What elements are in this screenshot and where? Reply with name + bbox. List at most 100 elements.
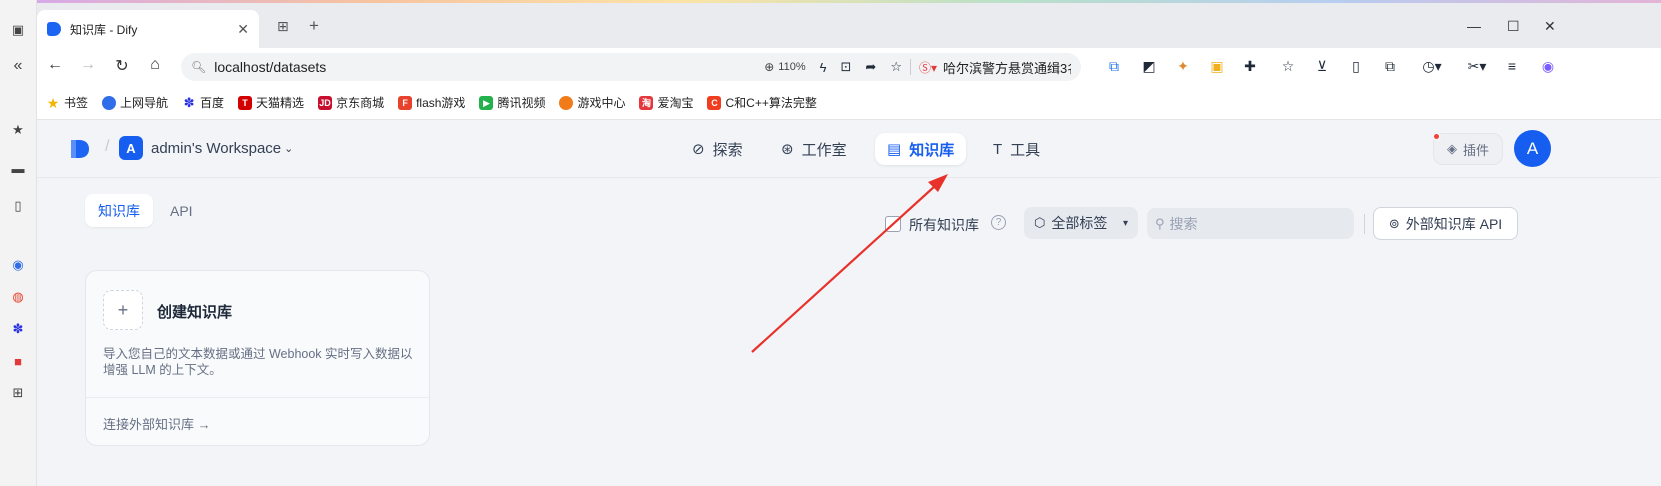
chevron-down-icon: ▾ (1122, 217, 1128, 229)
bookmark-label: 书签 (64, 96, 89, 110)
reload-icon[interactable]: ↻ (111, 56, 133, 76)
minimize-icon[interactable]: — (1467, 18, 1481, 34)
search-app-icon[interactable]: ◉ (8, 255, 28, 275)
nav-tools[interactable]: T 工具 (981, 133, 1052, 165)
search-engine-icon[interactable]: Ⓢ▾ (919, 59, 937, 76)
translate-icon[interactable]: ⧉ (1105, 58, 1123, 75)
close-tab-icon[interactable]: ✕ (237, 21, 249, 38)
bookmark-item[interactable]: Fflash游戏 (398, 94, 465, 111)
lightning-icon[interactable]: ϟ (820, 60, 827, 75)
tag-icon: ⬡ (1034, 215, 1046, 230)
workspace-name: admin's Workspace (151, 139, 282, 157)
new-tab-icon[interactable]: + (309, 16, 319, 36)
nav-studio[interactable]: ⊛ 工作室 (769, 133, 859, 165)
nav-label: 工具 (1010, 141, 1041, 159)
tag-filter-select[interactable]: ⬡ 全部标签 ▾ (1024, 207, 1138, 239)
bookmark-item[interactable]: JD 京东商城 (318, 94, 384, 111)
nav-knowledge[interactable]: ▤ 知识库 (875, 133, 967, 165)
nav-explore[interactable]: ⊘ 探索 (680, 133, 755, 165)
side-panel-toggle-icon[interactable]: ▣ (8, 20, 28, 40)
active-tab[interactable]: 知识库 - Dify ✕ (37, 10, 259, 48)
filter-bar: 所有知识库 ? ⬡ 全部标签 ▾ ⚲ ⊚ 外部知识库 API (37, 207, 1661, 241)
all-datasets-label[interactable]: 所有知识库 (909, 215, 979, 235)
bookmark-item[interactable]: 淘爱淘宝 (639, 94, 693, 111)
help-icon[interactable]: ? (991, 215, 1006, 230)
baidu-paw-icon[interactable]: ✽ (8, 319, 28, 339)
maximize-icon[interactable]: ☐ (1507, 18, 1520, 35)
screenshot-icon[interactable]: ⧉ (1381, 58, 1399, 75)
user-avatar[interactable]: A (1514, 130, 1551, 167)
phone-icon[interactable]: ▯ (8, 196, 28, 216)
home-icon[interactable]: ⌂ (144, 56, 166, 74)
profile-icon[interactable]: ◉ (1539, 58, 1557, 75)
nav-label: 探索 (712, 141, 743, 159)
robot-icon: ⊛ (781, 141, 794, 158)
url-text[interactable]: localhost/datasets (214, 59, 764, 75)
dify-logo-icon[interactable] (69, 138, 91, 160)
puzzle-icon[interactable]: ✚ (1241, 58, 1259, 75)
sparkle-icon[interactable]: ✦ (1174, 58, 1192, 75)
bookmark-item[interactable]: C C和C++算法完整 (707, 94, 817, 111)
back-icon[interactable]: ← (44, 56, 66, 74)
bookmark-item[interactable]: T 天猫精选 (238, 94, 304, 111)
create-knowledge-title[interactable]: 创建知识库 (157, 301, 232, 322)
address-bar[interactable]: 🔍︎ localhost/datasets ⊕ 110% ϟ ⊡ ➦ ☆ Ⓢ▾ … (181, 53, 1081, 81)
bookmark-label: 爱淘宝 (657, 96, 694, 110)
bookmark-label: 上网导航 (120, 96, 169, 110)
download-icon[interactable]: ⊻ (1313, 58, 1331, 75)
close-window-icon[interactable]: ✕ (1544, 18, 1556, 35)
red-app-icon[interactable]: ■ (8, 351, 28, 371)
external-knowledge-api-button[interactable]: ⊚ 外部知识库 API (1373, 207, 1518, 240)
compass-icon: ⊘ (692, 141, 705, 158)
extension-box-icon[interactable]: ⊡ (841, 59, 852, 75)
search-box[interactable]: ⚲ (1147, 208, 1354, 239)
menu-icon[interactable]: ≡ (1503, 58, 1521, 74)
api-connection-icon: ⊚ (1388, 215, 1400, 231)
all-datasets-checkbox[interactable] (885, 216, 901, 232)
folder-icon[interactable]: ▬ (8, 158, 28, 178)
search-icon: 🔍︎ (191, 60, 207, 74)
bookmark-item[interactable]: 上网导航 (102, 94, 168, 111)
jd-icon: JD (318, 95, 333, 110)
plus-icon[interactable]: + (103, 290, 143, 330)
add-panel-icon[interactable]: ⊞ (8, 383, 28, 403)
bookmark-label: 京东商城 (336, 96, 385, 110)
create-knowledge-card[interactable]: + 创建知识库 导入您自己的文本数据或通过 Webhook 实时写入数据以增强 … (85, 270, 430, 446)
bookmark-item[interactable]: ▶ 腾讯视频 (479, 94, 545, 111)
bookmark-bar: ★ 书签 上网导航 ✽ 百度 T 天猫精选 JD 京东商城 Fflash游戏 ▶ 腾讯视频… (37, 86, 1661, 120)
bookmark-color-band (37, 0, 1661, 3)
baidu-paw-icon: ✽ (183, 94, 195, 110)
mobile-icon[interactable]: ▯ (1347, 58, 1365, 75)
bookmark-favicon-icon (102, 95, 117, 110)
collapse-icon[interactable]: « (8, 56, 28, 76)
dify-app: / A admin's Workspace ⌄ ⊘ 探索 ⊛ 工作室 ▤ 知识库… (37, 120, 1661, 486)
tab-groups-icon[interactable]: ⊞ (277, 18, 289, 35)
bookmark-label: 天猫精选 (256, 96, 305, 110)
tmall-icon: T (238, 95, 253, 110)
forward-icon[interactable]: → (77, 56, 99, 74)
hot-search-text[interactable]: 哈尔滨警方悬赏通缉3名 (943, 58, 1071, 77)
bookmark-label: 游戏中心 (577, 96, 626, 110)
connect-external-knowledge-link[interactable]: 连接外部知识库 → (103, 414, 211, 433)
bookmark-star-icon[interactable]: ☆ (1279, 58, 1297, 75)
search-input[interactable] (1169, 215, 1340, 232)
bookmark-item[interactable]: ✽ 百度 (182, 94, 224, 111)
history-icon[interactable]: ◷▾ (1417, 58, 1447, 75)
bookmark-item[interactable]: ★ 书签 (46, 94, 88, 111)
scissors-icon[interactable]: ✂▾ (1462, 58, 1492, 75)
omnibox-divider (909, 59, 911, 75)
connect-external-label: 连接外部知识库 (103, 417, 195, 432)
share-icon[interactable]: ➦ (865, 59, 876, 75)
bookmark-item[interactable]: 游戏中心 (559, 94, 625, 111)
zoom-icon[interactable]: ⊕ (764, 60, 774, 74)
favorite-icon[interactable]: ☆ (890, 59, 902, 75)
notification-dot (1432, 132, 1441, 141)
bookmark-star-icon: ★ (46, 94, 60, 111)
plugin-button[interactable]: ◈ 插件 (1432, 132, 1503, 165)
star-icon[interactable]: ★ (8, 120, 28, 140)
zoom-level[interactable]: 110% (778, 61, 805, 73)
colorful-app-icon[interactable]: ◍ (8, 287, 28, 307)
workspace-selector[interactable]: A admin's Workspace ⌄ (119, 136, 293, 160)
graph-app-icon[interactable]: ◩ (1140, 58, 1158, 75)
folder-ext-icon[interactable]: ▣ (1208, 58, 1226, 75)
